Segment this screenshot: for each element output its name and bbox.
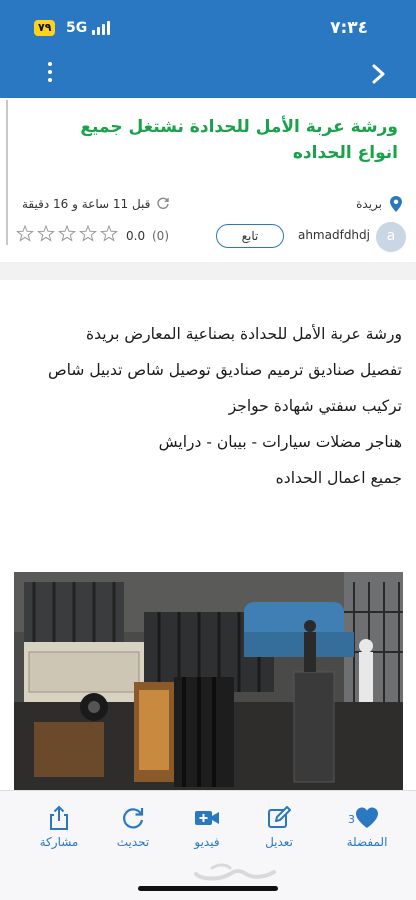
- favorites-tab[interactable]: 3 المفضلة: [332, 805, 402, 855]
- ad-photo[interactable]: [14, 572, 403, 792]
- follow-button[interactable]: تابع: [216, 224, 284, 248]
- share-tab[interactable]: مشاركة: [24, 805, 94, 855]
- description-line: تفصيل صناديق ترميم صناديق توصيل شاص تدبي…: [47, 361, 402, 379]
- refresh-label: تحديث: [116, 835, 150, 849]
- section-divider: [0, 262, 416, 280]
- ad-description: ورشة عربة الأمل للحدادة بصناعية المعارض …: [12, 316, 402, 496]
- star-icon[interactable]: [37, 224, 55, 242]
- ad-title: ورشة عربة الأمل للحدادة نشتغل جميع انواع…: [80, 117, 398, 163]
- star-icon[interactable]: [100, 224, 118, 242]
- location-pin-icon: [390, 196, 402, 212]
- share-icon: [50, 805, 68, 830]
- location-row: بريدة قبل 11 ساعة و 16 دقيقة: [0, 196, 416, 216]
- edit-tab[interactable]: تعديل: [244, 805, 314, 855]
- ad-posted-time: قبل 11 ساعة و 16 دقيقة: [22, 197, 151, 211]
- favorites-count: 3: [348, 813, 355, 826]
- description-line: تركيب سفتي شهادة حواجز: [228, 397, 402, 415]
- star-icon[interactable]: [79, 224, 97, 242]
- description-line: ورشة عربة الأمل للحدادة بصناعية المعارض …: [85, 325, 402, 343]
- description-line: جميع اعمال الحداده: [275, 469, 402, 487]
- rating-count: (0): [152, 229, 169, 243]
- avatar[interactable]: a: [376, 222, 406, 252]
- network-label: 5G: [66, 20, 88, 36]
- refresh-tab[interactable]: تحديث: [98, 805, 168, 855]
- edit-icon: [268, 806, 291, 828]
- refresh-time-icon: [157, 197, 169, 209]
- signal-icon: [92, 21, 112, 35]
- favorites-label: المفضلة: [346, 835, 388, 849]
- rating-stars[interactable]: [16, 224, 120, 243]
- heart-icon: [356, 807, 378, 828]
- app-header: ٧٩ 5G ٧:٣٤: [0, 0, 416, 98]
- home-indicator: [138, 886, 278, 891]
- ad-city[interactable]: بريدة: [356, 197, 382, 211]
- edit-label: تعديل: [265, 835, 293, 849]
- share-label: مشاركة: [39, 835, 79, 849]
- star-icon[interactable]: [16, 224, 34, 242]
- more-menu-icon[interactable]: [44, 62, 56, 86]
- haraj-logo-watermark: [194, 863, 276, 881]
- add-video-icon: [195, 811, 219, 825]
- seller-username[interactable]: ahmadfdhdj: [298, 228, 370, 242]
- seller-row: a ahmadfdhdj تابع (0) 0.0: [0, 222, 416, 252]
- description-line: هناجر مضلات سيارات - بيبان - درايش: [158, 433, 402, 451]
- rating-value: 0.0: [126, 229, 146, 243]
- back-chevron-icon[interactable]: [372, 64, 386, 84]
- video-tab[interactable]: فيديو: [172, 805, 242, 855]
- status-bar: ٧٩ 5G ٧:٣٤: [0, 18, 416, 40]
- star-icon[interactable]: [58, 224, 76, 242]
- battery-indicator: ٧٩: [34, 20, 56, 36]
- refresh-icon: [123, 808, 144, 829]
- status-time: ٧:٣٤: [330, 18, 368, 38]
- video-label: فيديو: [194, 835, 220, 849]
